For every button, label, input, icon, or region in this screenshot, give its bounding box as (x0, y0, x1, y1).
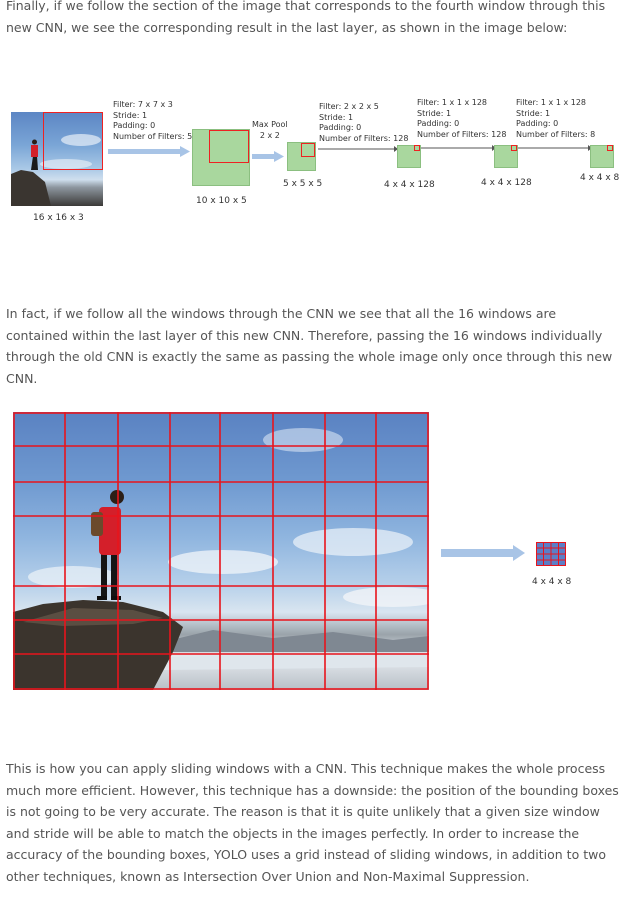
pool-params: Max Pool 2 x 2 (252, 120, 288, 141)
arrow-2-icon (252, 151, 284, 162)
layer4-padding: Padding: 0 (516, 119, 559, 128)
layer1-filter: Filter: 7 x 7 x 3 (113, 100, 173, 109)
pool-name: Max Pool (252, 120, 288, 129)
arrow-1-icon (108, 146, 190, 157)
layer2-filters: Number of Filters: 128 (319, 133, 409, 143)
layer3-filter: Filter: 1 x 1 x 128 (417, 98, 487, 107)
output-grid-icon (536, 542, 566, 566)
input-image-large (13, 412, 429, 690)
cnn-diagram: 16 x 16 x 3 Filter: 7 x 7 x 3 Stride: 1 … (0, 92, 631, 232)
layer1-filters: Number of Filters: 5 (113, 131, 193, 141)
layer3-filters: Number of Filters: 128 (417, 129, 507, 139)
layer1-window (209, 130, 249, 163)
layer2-params: Filter: 2 x 2 x 5 Stride: 1 Padding: 0 N… (319, 102, 408, 144)
arrow-3-icon (318, 146, 398, 152)
output-dim-label: 4 x 4 x 8 (532, 577, 572, 587)
pool-window (301, 143, 315, 157)
layer2-stride: Stride: 1 (319, 112, 354, 122)
layer3-padding: Padding: 0 (417, 119, 460, 128)
sliding-window-grid (13, 412, 429, 690)
arrow-5-icon (518, 145, 592, 151)
input-dim-label: 16 x 16 x 3 (33, 213, 84, 223)
layer4-dim-label: 4 x 4 x 8 (580, 173, 620, 183)
layer2-padding: Padding: 0 (319, 123, 362, 132)
layer3-stride: Stride: 1 (417, 108, 452, 118)
layer2-filter: Filter: 2 x 2 x 5 (319, 102, 379, 111)
windows-paragraph: In fact, if we follow all the windows th… (6, 306, 613, 386)
layer1-params: Filter: 7 x 7 x 3 Stride: 1 Padding: 0 N… (113, 100, 192, 142)
layer2-window (414, 145, 420, 151)
layer3-window (511, 145, 517, 151)
layer4-filter: Filter: 1 x 1 x 128 (516, 98, 586, 107)
layer4-stride: Stride: 1 (516, 108, 551, 118)
layer3-params: Filter: 1 x 1 x 128 Stride: 1 Padding: 0… (417, 98, 506, 140)
window-highlight (43, 112, 103, 170)
pool-size: 2 x 2 (259, 130, 280, 140)
layer1-dim-label: 10 x 10 x 5 (196, 196, 247, 206)
arrow-4-icon (421, 145, 496, 151)
layer2-dim-label: 4 x 4 x 128 (384, 180, 435, 190)
pool-dim-label: 5 x 5 x 5 (283, 179, 323, 189)
layer1-padding: Padding: 0 (113, 121, 156, 130)
layer1-stride: Stride: 1 (113, 110, 148, 120)
input-image-small (11, 112, 103, 206)
layer3-dim-label: 4 x 4 x 128 (481, 178, 532, 188)
output-arrow-icon (441, 545, 525, 561)
layer4-window (607, 145, 613, 151)
layer4-filters: Number of Filters: 8 (516, 129, 596, 139)
layer4-params: Filter: 1 x 1 x 128 Stride: 1 Padding: 0… (516, 98, 595, 140)
conclusion-paragraph: This is how you can apply sliding window… (6, 761, 619, 884)
intro-paragraph: Finally, if we follow the section of the… (6, 0, 606, 35)
